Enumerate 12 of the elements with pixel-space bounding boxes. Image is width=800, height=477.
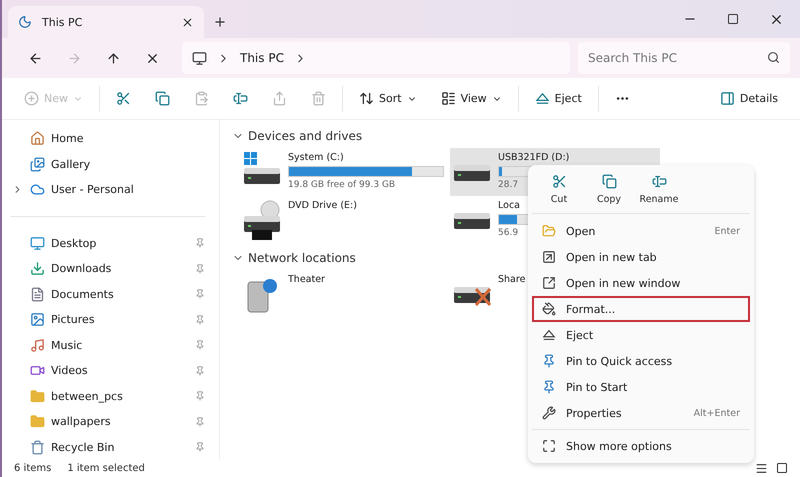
free-space: 28.7 bbox=[498, 180, 518, 190]
drive-name: USB321FD (D:) bbox=[498, 152, 570, 163]
drive-name: Loca bbox=[498, 200, 520, 211]
selection-count: 1 item selected bbox=[67, 463, 145, 474]
drive-name: System (C:) bbox=[288, 152, 344, 163]
tab-title: This PC bbox=[42, 16, 84, 28]
drive-name: DVD Drive (E:) bbox=[288, 200, 357, 211]
drive-name: Theater bbox=[288, 274, 325, 285]
item-count: 6 items bbox=[14, 463, 52, 474]
free-space: 19.8 GB free of 99.3 GB bbox=[288, 180, 396, 190]
free-space: 56.9 bbox=[498, 228, 518, 238]
drive-name: Share bbox=[498, 274, 526, 285]
